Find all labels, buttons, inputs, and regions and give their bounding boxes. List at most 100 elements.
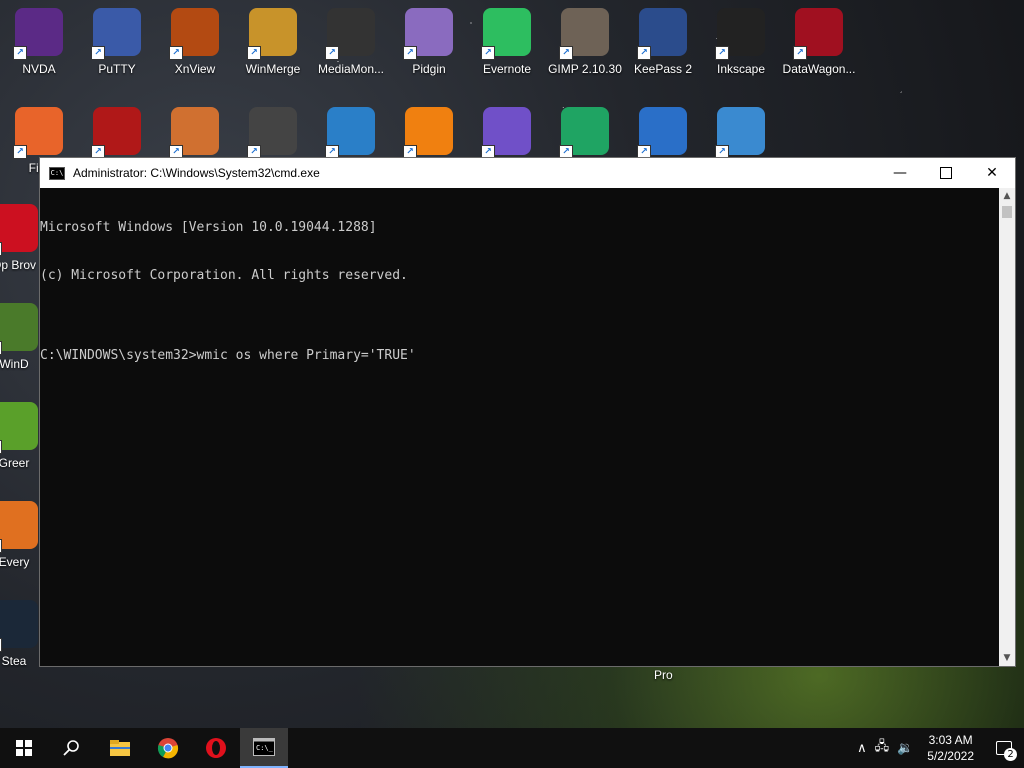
winmerge-icon: ↗ bbox=[247, 8, 297, 60]
shortcut-arrow-icon: ↗ bbox=[169, 46, 183, 60]
desktop-icon-label: Pidgin bbox=[412, 62, 446, 76]
console-line: (c) Microsoft Corporation. All rights re… bbox=[40, 268, 408, 283]
close-icon: ✕ bbox=[986, 165, 998, 181]
search-icon bbox=[63, 740, 79, 756]
start-button[interactable] bbox=[0, 728, 48, 768]
taskbar-file-explorer[interactable] bbox=[96, 728, 144, 768]
scroll-down-icon[interactable]: ▼ bbox=[999, 650, 1015, 666]
desktop-icon[interactable]: ↗ PuTTY bbox=[78, 4, 156, 94]
maximize-icon bbox=[940, 167, 952, 179]
desktop-icon[interactable]: ↗ Pidgin bbox=[390, 4, 468, 94]
desktop-icon-label: NVDA bbox=[22, 62, 56, 76]
console-command-line: C:\WINDOWS\system32>wmic os where Primar… bbox=[40, 348, 416, 363]
desktop-icon[interactable]: ↗ WinMerge bbox=[234, 4, 312, 94]
gimp-icon: ↗ bbox=[559, 8, 609, 60]
desktop-icon[interactable]: ↗ XnView bbox=[156, 4, 234, 94]
taskbar-opera[interactable] bbox=[192, 728, 240, 768]
mediamonkey-icon: ↗ bbox=[325, 8, 375, 60]
google-drive-icon: ↗ bbox=[559, 107, 609, 159]
shortcut-arrow-icon: ↗ bbox=[637, 46, 651, 60]
desktop-icon[interactable]: ↗ Inkscape bbox=[702, 4, 780, 94]
shortcut-arrow-icon: ↗ bbox=[715, 46, 729, 60]
maximize-button[interactable] bbox=[923, 158, 969, 188]
cmd-console-output[interactable]: Microsoft Windows [Version 10.0.19044.12… bbox=[40, 188, 999, 666]
cmd-icon: C:\_ bbox=[253, 738, 275, 756]
search-button[interactable] bbox=[48, 728, 96, 768]
system-tray: ∧ 🖧 🔉 3:03 AM 5/2/2022 2 bbox=[853, 728, 1024, 768]
desktop-icon-label: WinMerge bbox=[245, 62, 301, 76]
desktop-icon[interactable]: ↗ DataWagon... bbox=[780, 4, 858, 94]
folder-icon bbox=[110, 740, 130, 756]
scroll-up-icon[interactable]: ▲ bbox=[999, 188, 1015, 204]
taskbar-chrome[interactable] bbox=[144, 728, 192, 768]
close-button[interactable]: ✕ bbox=[969, 158, 1015, 188]
firefox-icon: ↗ bbox=[13, 107, 63, 159]
clock-date: 5/2/2022 bbox=[927, 749, 974, 763]
taskbar-cmd[interactable]: C:\_ bbox=[240, 728, 288, 768]
shortcut-arrow-icon: ↗ bbox=[13, 46, 27, 60]
desktop-icon-label: KeePass 2 bbox=[633, 62, 693, 76]
shortcut-arrow-icon: ↗ bbox=[0, 440, 2, 454]
desktop-icon[interactable]: ↗ KeePass 2 bbox=[624, 4, 702, 94]
clock-time: 3:03 AM bbox=[928, 733, 973, 747]
desktop-icon-label: Evernote bbox=[482, 62, 532, 76]
windows-logo-icon bbox=[16, 740, 32, 756]
shortcut-arrow-icon: ↗ bbox=[0, 242, 2, 256]
krita-icon: ↗ bbox=[481, 107, 531, 159]
network-icon[interactable]: 🖧 bbox=[871, 737, 894, 759]
desktop-icon[interactable]: ↗ NVDA bbox=[0, 4, 78, 94]
console-line: Microsoft Windows [Version 10.0.19044.12… bbox=[40, 220, 377, 235]
putty-icon: ↗ bbox=[91, 8, 141, 60]
cmd-window[interactable]: C:\ Administrator: C:\Windows\System32\c… bbox=[39, 157, 1016, 667]
opera-icon: ↗ bbox=[0, 204, 38, 256]
volume-icon[interactable]: 🔉 bbox=[893, 741, 917, 756]
keepass-icon: ↗ bbox=[637, 8, 687, 60]
vlc-icon: ↗ bbox=[403, 107, 453, 159]
desktop-icon[interactable]: ↗ MediaMon... bbox=[312, 4, 390, 94]
desktop-icon-label: XnView bbox=[174, 62, 216, 76]
clock[interactable]: 3:03 AM 5/2/2022 bbox=[917, 732, 984, 764]
notification-center-button[interactable]: 2 bbox=[984, 728, 1024, 768]
app-32-icon: ↗ bbox=[91, 107, 141, 159]
desktop-icon-label: MediaMon... bbox=[317, 62, 385, 76]
minimize-button[interactable]: — bbox=[877, 158, 923, 188]
eye-app-icon: ↗ bbox=[169, 107, 219, 159]
pidgin-icon: ↗ bbox=[403, 8, 453, 60]
svg-text:C:\_: C:\_ bbox=[256, 744, 274, 752]
scroll-thumb[interactable] bbox=[1002, 206, 1012, 218]
shortcut-arrow-icon: ↗ bbox=[793, 46, 807, 60]
remote-desktop-icon: ↗ bbox=[715, 107, 765, 159]
shortcut-arrow-icon: ↗ bbox=[325, 46, 339, 60]
cmd-app-icon[interactable]: C:\ bbox=[49, 166, 65, 180]
shortcut-arrow-icon: ↗ bbox=[0, 638, 2, 652]
vnc-icon: ↗ bbox=[325, 107, 375, 159]
cmd-titlebar[interactable]: C:\ Administrator: C:\Windows\System32\c… bbox=[40, 158, 1015, 188]
desktop-icon[interactable]: ↗ GIMP 2.10.30 bbox=[546, 4, 624, 94]
shortcut-arrow-icon: ↗ bbox=[403, 46, 417, 60]
desktop-icon[interactable]: ↗ Evernote bbox=[468, 4, 546, 94]
shortcut-arrow-icon: ↗ bbox=[91, 46, 105, 60]
show-hidden-icons-chevron-icon[interactable]: ∧ bbox=[853, 741, 871, 756]
windirstat-icon: ↗ bbox=[0, 303, 38, 355]
desktop-icon-label: DataWagon... bbox=[782, 62, 856, 76]
datawagon-icon: ↗ bbox=[793, 8, 843, 60]
everything-icon: ↗ bbox=[0, 501, 38, 553]
minimize-icon: — bbox=[893, 165, 907, 181]
notification-badge: 2 bbox=[1004, 748, 1017, 761]
shortcut-arrow-icon: ↗ bbox=[559, 46, 573, 60]
shortcut-arrow-icon: ↗ bbox=[0, 341, 2, 355]
mpc-321-icon: ↗ bbox=[247, 107, 297, 159]
desktop-icon-label: Inkscape bbox=[716, 62, 766, 76]
shortcut-arrow-icon: ↗ bbox=[0, 539, 2, 553]
desktop-icon-label-pro: Pro bbox=[654, 668, 673, 682]
desktop-icon-label: GIMP 2.10.30 bbox=[548, 62, 622, 76]
taskbar: C:\_ ∧ 🖧 🔉 3:03 AM 5/2/2022 2 bbox=[0, 728, 1024, 768]
cd-burner-icon: ↗ bbox=[637, 107, 687, 159]
evernote-icon: ↗ bbox=[481, 8, 531, 60]
greenshot-icon: ↗ bbox=[0, 402, 38, 454]
cmd-scrollbar[interactable]: ▲ ▼ bbox=[999, 188, 1015, 666]
xnview-icon: ↗ bbox=[169, 8, 219, 60]
nvda-icon: ↗ bbox=[13, 8, 63, 60]
steam-icon: ↗ bbox=[0, 600, 38, 652]
opera-icon bbox=[206, 738, 226, 758]
